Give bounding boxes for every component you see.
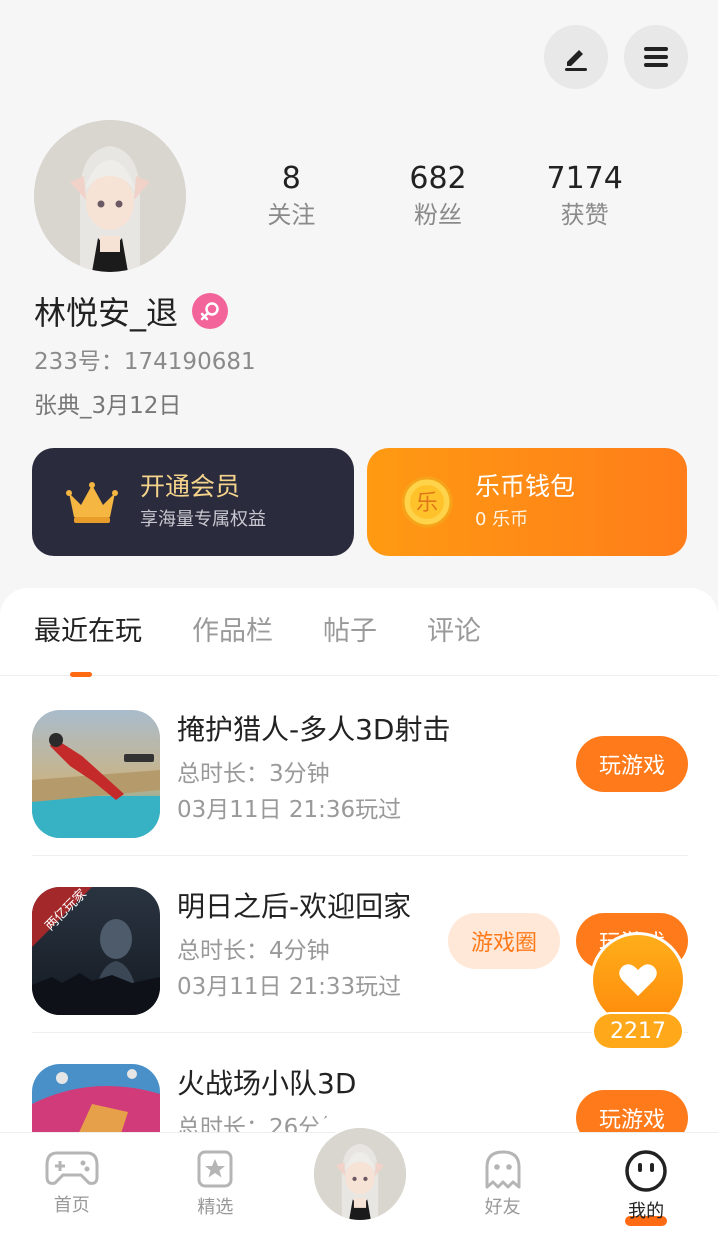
nav-home[interactable]: 首页 xyxy=(0,1133,144,1244)
game-duration: 总时长：3分钟 xyxy=(177,761,330,787)
stat-likes[interactable]: 7174 获赞 xyxy=(511,160,658,230)
ghost-icon xyxy=(485,1150,521,1189)
menu-icon xyxy=(644,47,668,67)
profile-avatar[interactable] xyxy=(34,120,186,272)
stat-likes-count: 7174 xyxy=(546,161,623,196)
gamepad-icon xyxy=(45,1151,99,1185)
vip-card-title: 开通会员 xyxy=(140,472,241,501)
tab-active-indicator xyxy=(70,672,92,677)
username-row: 林悦安_退 xyxy=(34,288,229,334)
game-name: 火战场小队3D xyxy=(177,1067,357,1100)
coin-icon: 乐 xyxy=(395,470,459,534)
stat-following-count: 8 xyxy=(281,161,301,196)
vip-card-subtitle: 享海量专属权益 xyxy=(140,509,266,530)
stat-fans-count: 682 xyxy=(409,161,467,196)
game-circle-button[interactable]: 游戏圈 xyxy=(448,913,560,969)
divider xyxy=(32,1032,688,1033)
divider xyxy=(32,855,688,856)
nav-featured[interactable]: 精选 xyxy=(144,1133,288,1244)
game-last-played: 03月11日 21:36玩过 xyxy=(177,797,402,823)
menu-button[interactable] xyxy=(624,25,688,89)
game-last-played: 03月11日 21:33玩过 xyxy=(177,974,402,1000)
user-id: 233号：174190681 xyxy=(34,349,256,375)
coin-glyph: 乐 xyxy=(416,491,438,516)
user-extra-info: 张典_3月12日 xyxy=(34,393,182,419)
profile-tabs: 最近在玩 作品栏 帖子 评论 xyxy=(0,588,718,677)
nav-friends[interactable]: 好友 xyxy=(431,1133,575,1244)
nav-mine-label: 我的 xyxy=(628,1201,665,1222)
stat-fans[interactable]: 682 粉丝 xyxy=(365,160,512,230)
game-duration: 总时长：4分钟 xyxy=(177,938,330,964)
game-icon xyxy=(32,710,160,838)
smiley-face-icon xyxy=(625,1150,667,1192)
stat-following-label: 关注 xyxy=(267,201,316,229)
edit-button[interactable] xyxy=(544,25,608,89)
wallet-card-balance: 0 乐币 xyxy=(475,509,529,530)
nav-mine[interactable]: 我的 xyxy=(574,1133,718,1244)
nav-friends-label: 好友 xyxy=(484,1197,521,1218)
play-game-button[interactable]: 玩游戏 xyxy=(576,736,688,792)
edit-icon xyxy=(565,50,587,71)
tab-recently-played[interactable]: 最近在玩 xyxy=(34,588,142,677)
nav-featured-label: 精选 xyxy=(197,1197,234,1218)
vip-card[interactable]: 开通会员 享海量专属权益 xyxy=(32,448,354,556)
stat-likes-label: 获赞 xyxy=(560,201,609,229)
stat-following[interactable]: 8 关注 xyxy=(218,160,365,230)
like-count: 2217 xyxy=(592,1012,684,1050)
heart-icon xyxy=(619,964,657,996)
game-icon: 两亿玩家 xyxy=(32,887,160,1015)
wallet-card[interactable]: 乐 乐币钱包 0 乐币 xyxy=(367,448,687,556)
tab-recently-played-label: 最近在玩 xyxy=(34,616,142,647)
game-item[interactable]: 掩护猎人-多人3D射击 总时长：3分钟 03月11日 21:36玩过 玩游戏 xyxy=(32,680,688,856)
nav-center-avatar[interactable] xyxy=(312,1126,408,1222)
tab-works[interactable]: 作品栏 xyxy=(192,588,273,675)
nav-home-label: 首页 xyxy=(53,1195,90,1216)
star-bookmark-icon xyxy=(197,1150,233,1188)
username: 林悦安_退 xyxy=(34,294,179,332)
top-actions xyxy=(544,25,688,89)
female-gender-icon xyxy=(192,293,229,329)
stat-fans-label: 粉丝 xyxy=(414,201,462,229)
profile-stats: 8 关注 682 粉丝 7174 获赞 xyxy=(218,160,658,230)
tab-comments[interactable]: 评论 xyxy=(427,588,481,675)
game-item[interactable]: 两亿玩家 明日之后-欢迎回家 总时长：4分钟 03月11日 21:33玩过 游戏… xyxy=(32,857,688,1033)
wallet-card-title: 乐币钱包 xyxy=(475,472,576,501)
tab-posts[interactable]: 帖子 xyxy=(323,588,377,675)
game-name: 明日之后-欢迎回家 xyxy=(177,890,412,923)
game-name: 掩护猎人-多人3D射击 xyxy=(177,713,451,746)
crown-icon xyxy=(60,470,124,534)
